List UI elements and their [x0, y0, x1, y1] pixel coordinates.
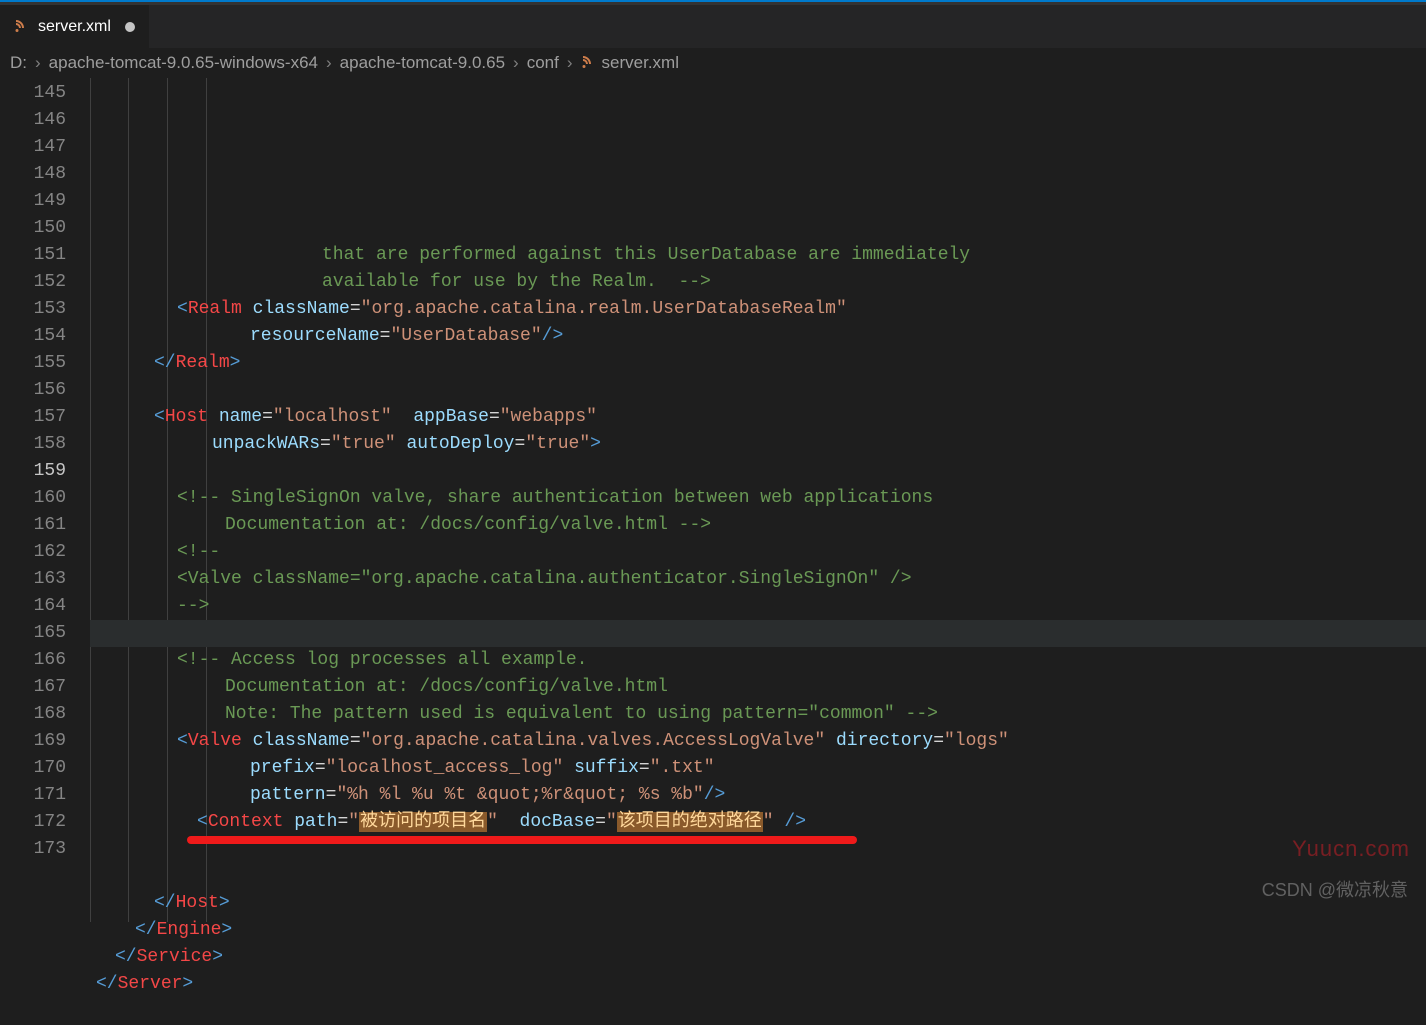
code-line[interactable]: <!--: [90, 539, 1426, 566]
watermark-site: Yuucn.com: [1292, 836, 1410, 862]
line-number: 158: [0, 431, 66, 458]
line-number: 164: [0, 593, 66, 620]
line-number: 157: [0, 404, 66, 431]
code-line[interactable]: pattern="%h %l %u %t &quot;%r&quot; %s %…: [90, 782, 1426, 809]
line-number: 147: [0, 134, 66, 161]
watermark-author: CSDN @微凉秋意: [1262, 876, 1408, 902]
code-line[interactable]: resourceName="UserDatabase"/>: [90, 323, 1426, 350]
line-number: 168: [0, 701, 66, 728]
line-number: 151: [0, 242, 66, 269]
line-number: 159: [0, 458, 66, 485]
code-line[interactable]: prefix="localhost_access_log" suffix=".t…: [90, 755, 1426, 782]
breadcrumb-file-label: server.xml: [602, 53, 679, 73]
code-line[interactable]: -->: [90, 593, 1426, 620]
code-line[interactable]: <Valve className="org.apache.catalina.va…: [90, 728, 1426, 755]
annotation-underline: [187, 836, 857, 844]
code-content[interactable]: that are performed against this UserData…: [90, 78, 1426, 922]
code-line[interactable]: <!-- Access log processes all example.: [90, 647, 1426, 674]
code-line[interactable]: [90, 998, 1426, 1025]
breadcrumb[interactable]: D: › apache-tomcat-9.0.65-windows-x64 › …: [0, 48, 1426, 78]
line-number: 162: [0, 539, 66, 566]
code-line[interactable]: Documentation at: /docs/config/valve.htm…: [90, 512, 1426, 539]
line-number: 167: [0, 674, 66, 701]
line-number: 170: [0, 755, 66, 782]
line-number: 155: [0, 350, 66, 377]
code-line[interactable]: Note: The pattern used is equivalent to …: [90, 701, 1426, 728]
code-editor[interactable]: 1451461471481491501511521531541551561571…: [0, 78, 1426, 922]
breadcrumb-segment[interactable]: D:: [10, 53, 27, 73]
line-number: 173: [0, 836, 66, 863]
code-line[interactable]: that are performed against this UserData…: [90, 242, 1426, 269]
code-line[interactable]: </Service>: [90, 944, 1426, 971]
line-number: 150: [0, 215, 66, 242]
line-number: 161: [0, 512, 66, 539]
code-line[interactable]: [90, 377, 1426, 404]
line-number: 169: [0, 728, 66, 755]
line-number: 153: [0, 296, 66, 323]
unsaved-indicator-icon: [125, 22, 135, 32]
line-number: 166: [0, 647, 66, 674]
line-number: 149: [0, 188, 66, 215]
code-line[interactable]: Documentation at: /docs/config/valve.htm…: [90, 674, 1426, 701]
line-number: 172: [0, 809, 66, 836]
code-line[interactable]: </Realm>: [90, 350, 1426, 377]
code-line[interactable]: [90, 863, 1426, 890]
chevron-right-icon: ›: [326, 53, 332, 73]
chevron-right-icon: ›: [35, 53, 41, 73]
line-number: 152: [0, 269, 66, 296]
code-line[interactable]: [90, 836, 1426, 863]
breadcrumb-segment[interactable]: apache-tomcat-9.0.65: [340, 53, 505, 73]
xml-file-icon: [581, 55, 597, 71]
line-number: 163: [0, 566, 66, 593]
code-line[interactable]: [90, 458, 1426, 485]
line-number: 145: [0, 80, 66, 107]
line-number-gutter: 1451461471481491501511521531541551561571…: [0, 78, 90, 922]
code-line[interactable]: available for use by the Realm. -->: [90, 269, 1426, 296]
line-number: 148: [0, 161, 66, 188]
line-number: 156: [0, 377, 66, 404]
code-line[interactable]: unpackWARs="true" autoDeploy="true">: [90, 431, 1426, 458]
tab-server-xml[interactable]: server.xml: [0, 5, 150, 48]
code-line[interactable]: <Valve className="org.apache.catalina.au…: [90, 566, 1426, 593]
line-number: 160: [0, 485, 66, 512]
breadcrumb-segment[interactable]: conf: [527, 53, 559, 73]
tab-bar: server.xml: [0, 5, 1426, 48]
line-number: 165: [0, 620, 66, 647]
code-line[interactable]: <!-- SingleSignOn valve, share authentic…: [90, 485, 1426, 512]
code-line[interactable]: <Realm className="org.apache.catalina.re…: [90, 296, 1426, 323]
line-number: 146: [0, 107, 66, 134]
code-line[interactable]: </Server>: [90, 971, 1426, 998]
code-line[interactable]: <Context path="被访问的项目名" docBase="该项目的绝对路…: [90, 809, 1426, 836]
code-line[interactable]: [90, 620, 1426, 647]
breadcrumb-file[interactable]: server.xml: [581, 53, 679, 73]
line-number: 171: [0, 782, 66, 809]
line-number: 154: [0, 323, 66, 350]
tab-title: server.xml: [38, 18, 111, 36]
code-line[interactable]: <Host name="localhost" appBase="webapps": [90, 404, 1426, 431]
xml-file-icon: [14, 19, 30, 35]
code-line[interactable]: </Host>: [90, 890, 1426, 917]
code-line[interactable]: </Engine>: [90, 917, 1426, 944]
breadcrumb-segment[interactable]: apache-tomcat-9.0.65-windows-x64: [49, 53, 318, 73]
chevron-right-icon: ›: [567, 53, 573, 73]
chevron-right-icon: ›: [513, 53, 519, 73]
